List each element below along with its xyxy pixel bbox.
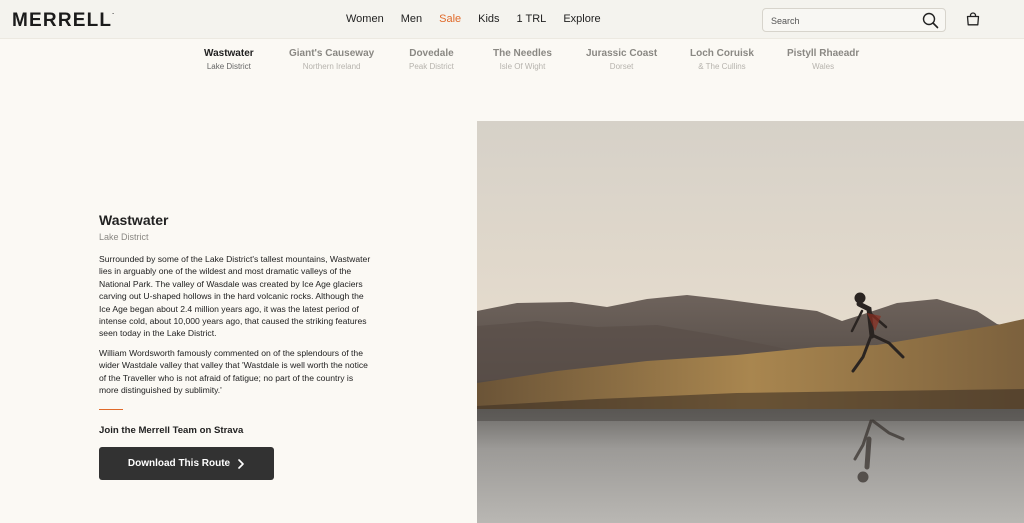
- tab-name: Dovedale: [409, 48, 454, 59]
- tab-pistyll-rhaeadr[interactable]: Pistyll Rhaeadr Wales: [787, 48, 859, 71]
- nav-kids[interactable]: Kids: [478, 13, 499, 25]
- route-subtitle: Lake District: [99, 232, 149, 242]
- route-description-2: William Wordsworth famously commented on…: [99, 348, 368, 396]
- search-icon[interactable]: [922, 12, 939, 29]
- page: MERRELL. Women Men Sale Kids 1 TRL Explo…: [0, 0, 1024, 523]
- tab-the-needles[interactable]: The Needles Isle Of Wight: [493, 48, 552, 71]
- route-description-1: Surrounded by some of the Lake District'…: [99, 254, 371, 339]
- nav-sale[interactable]: Sale: [439, 13, 461, 25]
- logo-mark: .: [112, 10, 114, 16]
- tab-region: Northern Ireland: [302, 62, 361, 71]
- tab-name: Pistyll Rhaeadr: [787, 48, 860, 59]
- tab-region: & The Cullins: [698, 62, 746, 71]
- nav-explore[interactable]: Explore: [563, 13, 600, 25]
- tab-name: Jurassic Coast: [586, 48, 658, 59]
- nav-1trl[interactable]: 1 TRL: [517, 13, 547, 25]
- tab-name: The Needles: [493, 48, 552, 59]
- search-input[interactable]: [771, 13, 911, 28]
- nav-men[interactable]: Men: [401, 13, 422, 25]
- tab-giants-causeway[interactable]: Giant's Causeway Northern Ireland: [289, 48, 374, 71]
- nav-women[interactable]: Women: [346, 13, 384, 25]
- main-nav: Women Men Sale Kids 1 TRL Explore: [346, 13, 618, 25]
- tab-region: Lake District: [206, 62, 251, 71]
- chevron-right-icon: [238, 458, 244, 469]
- location-tabs: Wastwater Lake District Giant's Causeway…: [0, 48, 1024, 78]
- accent-divider: [99, 409, 123, 410]
- logo-text: MERRELL: [12, 10, 113, 31]
- tab-name: Wastwater: [204, 48, 254, 59]
- tab-loch-coruisk[interactable]: Loch Coruisk & The Cullins: [690, 48, 754, 71]
- tab-region: Wales: [812, 62, 835, 71]
- tab-wastwater[interactable]: Wastwater Lake District: [204, 48, 254, 71]
- strava-heading: Join the Merrell Team on Strava: [99, 425, 244, 436]
- tab-name: Loch Coruisk: [690, 48, 754, 59]
- tab-dovedale[interactable]: Dovedale Peak District: [409, 48, 454, 71]
- hero-landscape-image: [477, 121, 1024, 523]
- tab-region: Isle Of Wight: [499, 62, 546, 71]
- tab-jurassic-coast[interactable]: Jurassic Coast Dorset: [586, 48, 657, 71]
- site-header: MERRELL. Women Men Sale Kids 1 TRL Explo…: [0, 0, 1024, 39]
- tab-region: Dorset: [609, 62, 634, 71]
- download-route-label: Download This Route: [127, 458, 231, 469]
- search-box: [762, 8, 946, 32]
- shopping-bag-icon[interactable]: [966, 12, 980, 26]
- route-header: Wastwater Lake District: [99, 212, 374, 242]
- merrell-logo[interactable]: MERRELL.: [12, 10, 114, 32]
- route-title: Wastwater: [99, 212, 169, 228]
- tab-region: Peak District: [409, 62, 454, 71]
- download-route-button[interactable]: Download This Route: [99, 447, 274, 480]
- tab-name: Giant's Causeway: [289, 48, 375, 59]
